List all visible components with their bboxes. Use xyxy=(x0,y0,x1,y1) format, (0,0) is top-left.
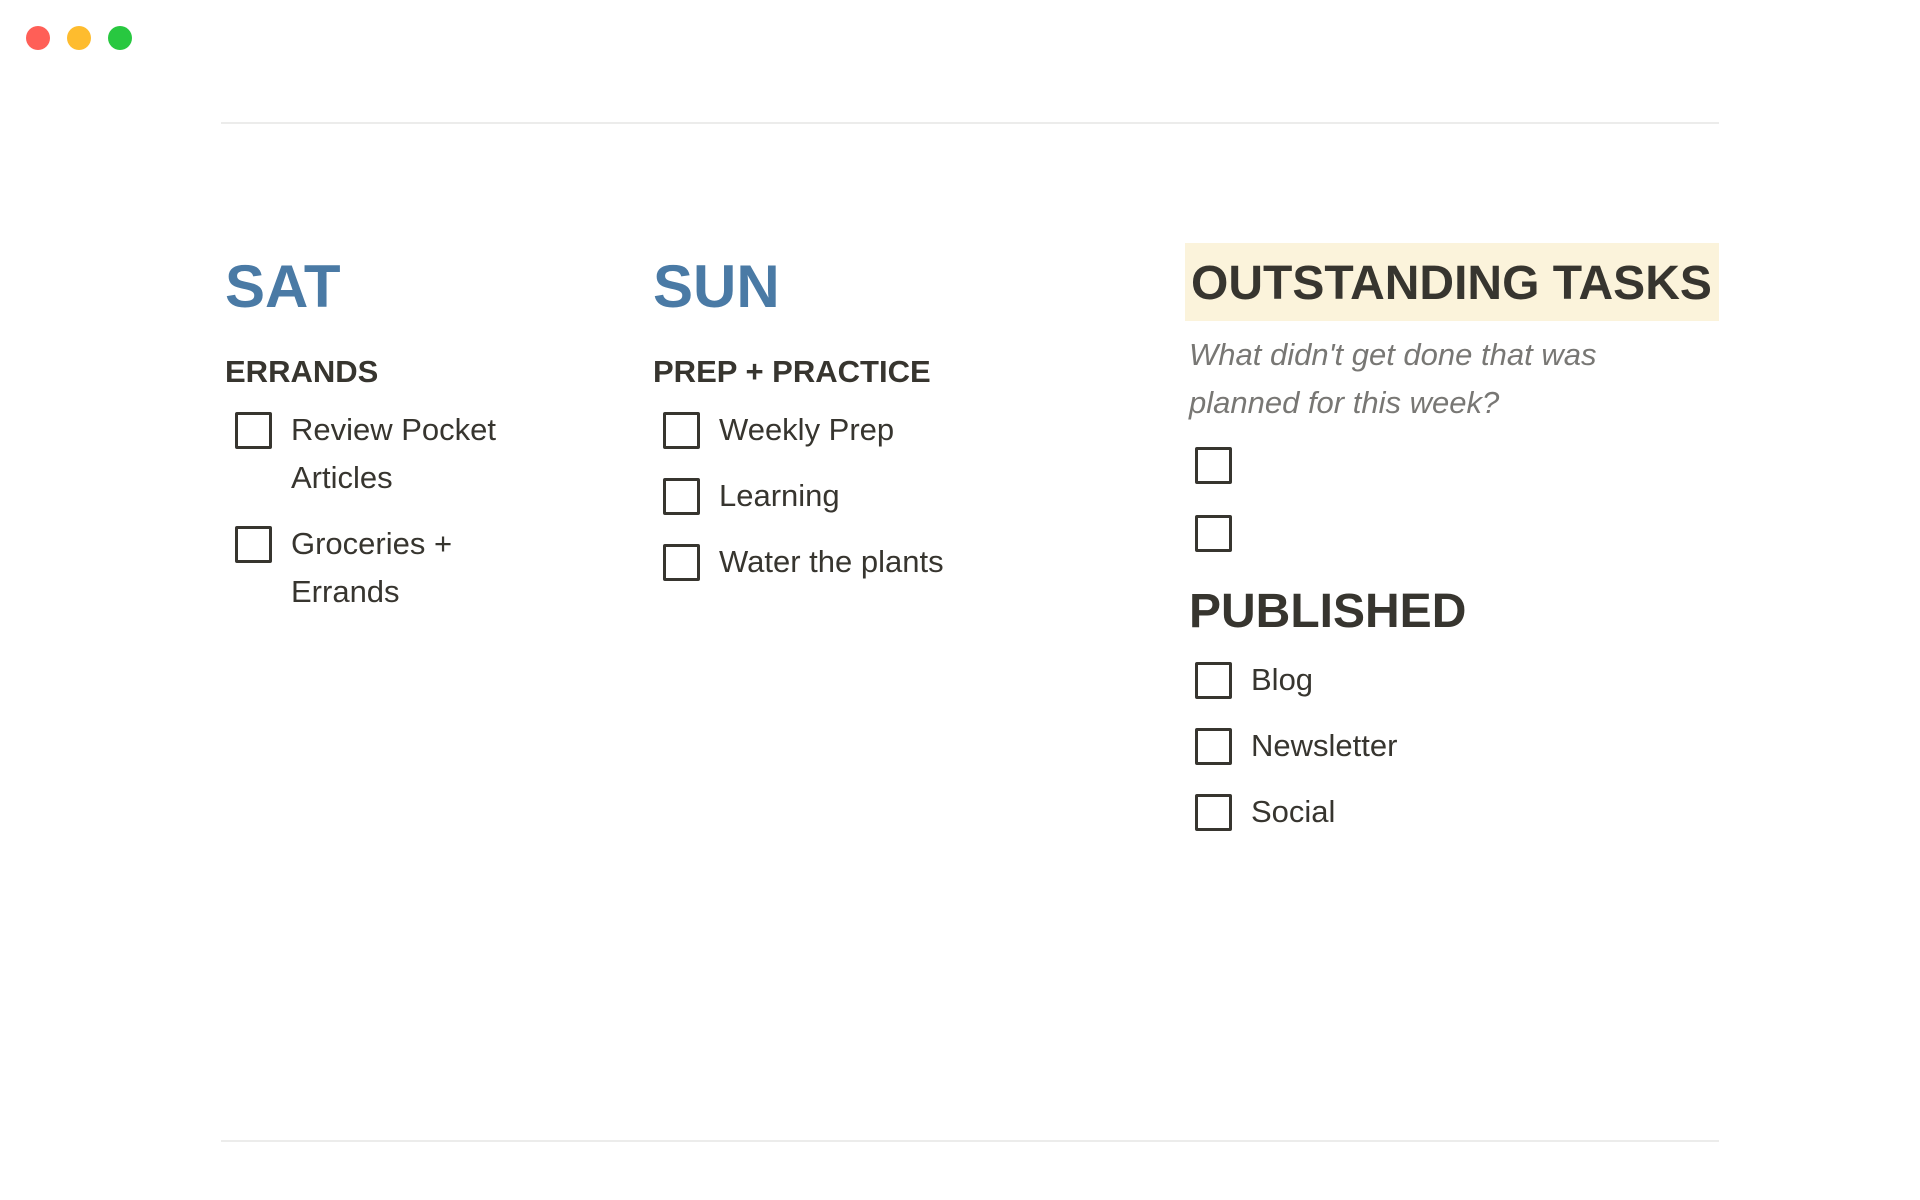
todo-label[interactable]: Social xyxy=(1251,788,1335,836)
window-controls xyxy=(26,26,132,50)
todo-label[interactable]: Review Pocket Articles xyxy=(291,406,521,502)
todo-label[interactable]: Blog xyxy=(1251,656,1313,704)
todo-checkbox[interactable] xyxy=(1195,794,1232,832)
close-window-button[interactable] xyxy=(26,26,50,50)
errands-heading: ERRANDS xyxy=(225,354,379,389)
todo-label[interactable]: Water the plants xyxy=(719,538,944,586)
zoom-window-button[interactable] xyxy=(108,26,132,50)
todo-label[interactable]: Newsletter xyxy=(1251,722,1397,770)
sunday-title: SUN xyxy=(653,253,780,320)
published-todo-list: Blog Newsletter Social xyxy=(1185,656,1720,836)
todo-checkbox[interactable] xyxy=(1195,662,1232,700)
todo-item: Review Pocket Articles xyxy=(225,406,585,502)
todo-label[interactable]: Groceries + Errands xyxy=(291,520,521,616)
todo-item: Weekly Prep xyxy=(653,406,1073,454)
todo-checkbox[interactable] xyxy=(1195,446,1232,484)
outstanding-note: What didn't get done that was planned fo… xyxy=(1189,336,1597,420)
prep-practice-heading: PREP + PRACTICE xyxy=(653,354,931,389)
outstanding-todo-list xyxy=(1185,441,1720,552)
todo-item: Newsletter xyxy=(1185,722,1720,770)
bottom-divider xyxy=(221,1140,1719,1142)
sunday-column: SUN PREP + PRACTICE Weekly Prep Learning… xyxy=(653,240,1073,604)
todo-item xyxy=(1185,509,1720,552)
prep-todo-list: Weekly Prep Learning Water the plants xyxy=(653,406,1073,586)
errands-todo-list: Review Pocket Articles Groceries + Erran… xyxy=(225,406,585,616)
app-window: SAT ERRANDS Review Pocket Articles Groce… xyxy=(0,0,1920,1200)
saturday-title: SAT xyxy=(225,253,341,320)
outstanding-column: OUTSTANDING TASKS What didn't get done t… xyxy=(1185,243,1720,854)
todo-checkbox[interactable] xyxy=(663,544,700,582)
todo-item: Groceries + Errands xyxy=(225,520,585,616)
todo-checkbox[interactable] xyxy=(663,478,700,516)
todo-label[interactable]: Learning xyxy=(719,472,840,520)
todo-item xyxy=(1185,441,1720,484)
todo-checkbox[interactable] xyxy=(1195,514,1232,552)
minimize-window-button[interactable] xyxy=(67,26,91,50)
todo-checkbox[interactable] xyxy=(235,412,272,450)
published-title: PUBLISHED xyxy=(1189,584,1467,638)
saturday-column: SAT ERRANDS Review Pocket Articles Groce… xyxy=(225,240,585,634)
outstanding-tasks-title: OUTSTANDING TASKS xyxy=(1185,243,1719,321)
todo-item: Social xyxy=(1185,788,1720,836)
todo-item: Water the plants xyxy=(653,538,1073,586)
todo-item: Learning xyxy=(653,472,1073,520)
todo-checkbox[interactable] xyxy=(663,412,700,450)
top-divider xyxy=(221,122,1719,124)
todo-item: Blog xyxy=(1185,656,1720,704)
todo-label[interactable]: Weekly Prep xyxy=(719,406,894,454)
todo-checkbox[interactable] xyxy=(1195,728,1232,766)
todo-checkbox[interactable] xyxy=(235,526,272,564)
